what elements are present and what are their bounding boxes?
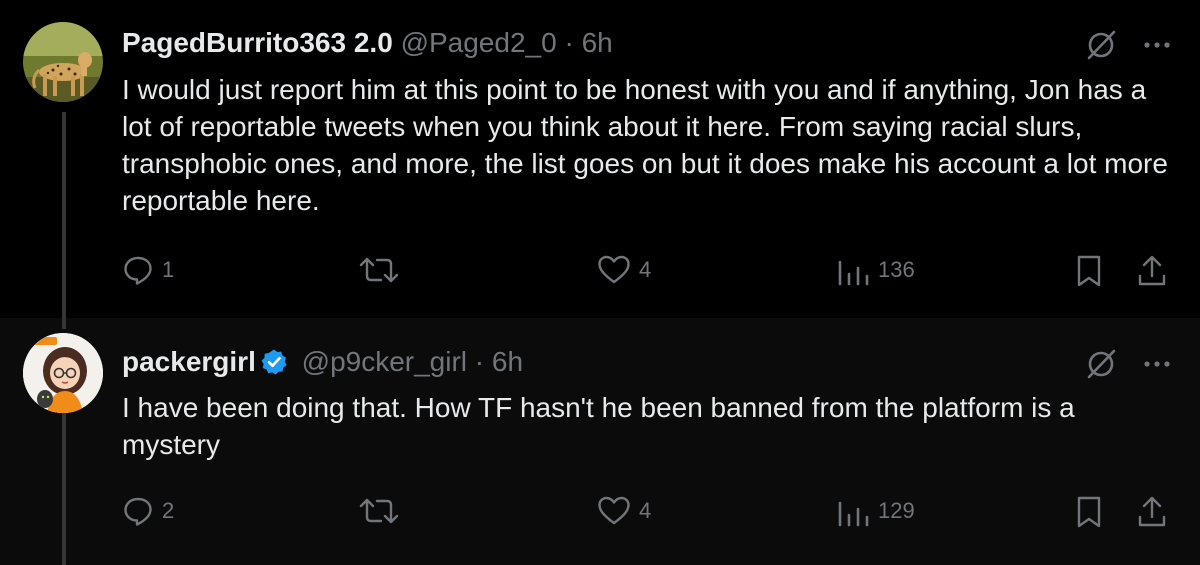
view-count: 136 (878, 257, 915, 282)
views-icon (838, 260, 869, 286)
reply-icon (124, 256, 152, 285)
reply-count: 1 (162, 257, 175, 282)
views-icon (838, 501, 869, 527)
like-count: 4 (639, 498, 652, 523)
heart-icon (598, 255, 630, 284)
tweet-header: packergirl @p9cker_girl · 6h (122, 345, 1140, 379)
packergirl-avatar-image (23, 333, 103, 413)
separator: · (474, 346, 485, 377)
cheetah-avatar-image (23, 22, 103, 102)
reply-count: 2 (162, 498, 175, 523)
verified-badge-icon (261, 349, 287, 375)
tweet-actions: 2 4 129 (0, 495, 1200, 535)
heart-icon (598, 496, 630, 525)
tweet-text: I have been doing that. How TF hasn't he… (122, 392, 1075, 460)
views-button[interactable]: 136 (836, 254, 915, 286)
share-icon (1138, 496, 1166, 527)
tweet-card[interactable]: packergirl @p9cker_girl · 6h I have been… (0, 318, 1200, 565)
thread-line-top (62, 318, 66, 329)
share-button[interactable] (1136, 495, 1168, 529)
more-icon[interactable] (1142, 36, 1172, 54)
display-name[interactable]: packergirl (122, 346, 256, 377)
separator: · (564, 27, 574, 58)
share-icon (1138, 255, 1166, 286)
bookmark-button[interactable] (1075, 495, 1103, 529)
like-button[interactable]: 4 (597, 495, 651, 527)
grok-icon[interactable] (1084, 347, 1118, 381)
bookmark-icon (1077, 496, 1101, 528)
bookmark-button[interactable] (1075, 254, 1103, 288)
display-name[interactable]: PagedBurrito363 2.0 (122, 27, 393, 58)
grok-icon[interactable] (1084, 28, 1118, 62)
bookmark-icon (1077, 255, 1101, 287)
more-icon[interactable] (1142, 355, 1172, 373)
like-count: 4 (639, 257, 652, 282)
reply-button[interactable]: 2 (122, 495, 174, 527)
repost-icon (359, 498, 399, 524)
user-handle[interactable]: @Paged2_0 (401, 27, 557, 58)
repost-button[interactable] (359, 495, 407, 527)
like-button[interactable]: 4 (597, 254, 651, 286)
timestamp[interactable]: 6h (582, 27, 613, 58)
repost-button[interactable] (359, 254, 407, 286)
avatar[interactable] (23, 22, 103, 102)
view-count: 129 (878, 498, 915, 523)
reply-icon (124, 497, 152, 526)
repost-icon (359, 257, 399, 283)
share-button[interactable] (1136, 254, 1168, 288)
avatar[interactable] (23, 333, 103, 413)
timestamp[interactable]: 6h (492, 346, 523, 377)
tweet-text: I would just report him at this point to… (122, 74, 1168, 216)
thread-line (62, 411, 66, 565)
views-button[interactable]: 129 (836, 495, 915, 527)
tweet-actions: 1 4 136 (0, 254, 1200, 294)
tweet-header: PagedBurrito363 2.0 @Paged2_0 · 6h (122, 26, 1140, 60)
tweet-card[interactable]: PagedBurrito363 2.0 @Paged2_0 · 6h I wou… (0, 0, 1200, 318)
reply-button[interactable]: 1 (122, 254, 174, 286)
user-handle[interactable]: @p9cker_girl (302, 346, 467, 377)
